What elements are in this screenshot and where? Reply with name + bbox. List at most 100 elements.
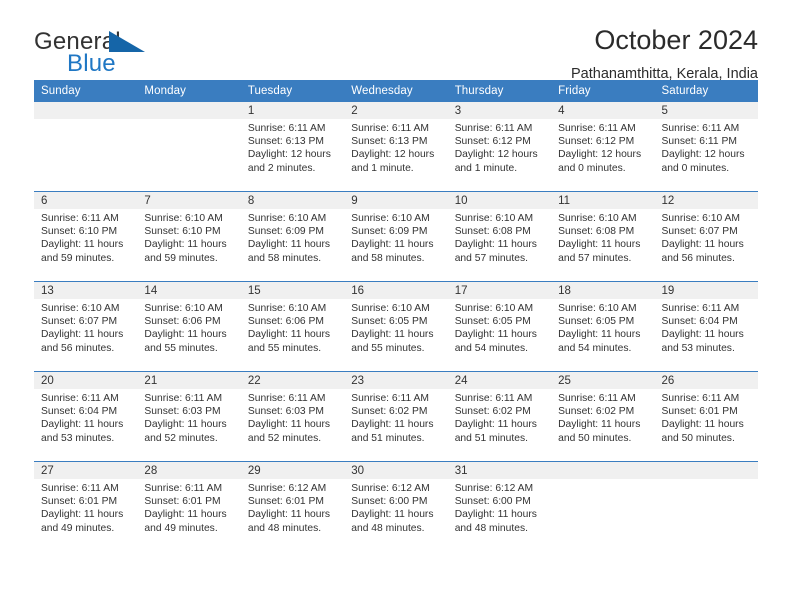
calendar-cell: 15 Sunrise: 6:10 AM Sunset: 6:06 PM Dayligh… [240, 281, 345, 372]
calendar-day[interactable]: 31 Sunrise: 6:12 AM Sunset: 6:00 PM Dayligh… [447, 462, 552, 551]
calendar-day[interactable]: 21 Sunrise: 6:11 AM Sunset: 6:03 PM Dayligh… [137, 372, 241, 461]
calendar-day[interactable]: 17 Sunrise: 6:10 AM Sunset: 6:05 PM Dayligh… [447, 282, 552, 371]
calendar-day[interactable]: 6 Sunrise: 6:11 AM Sunset: 6:10 PM Daylight… [34, 192, 138, 281]
calendar-day[interactable]: 7 Sunrise: 6:10 AM Sunset: 6:10 PM Daylight… [137, 192, 241, 281]
calendar-cell: 23 Sunrise: 6:11 AM Sunset: 6:02 PM Dayligh… [344, 371, 448, 462]
sunset-text: Sunset: 6:13 PM [247, 136, 324, 148]
sunset-text: Sunset: 6:07 PM [41, 316, 118, 328]
day-details: Sunrise: 6:11 AM Sunset: 6:11 PM Daylight:… [655, 119, 758, 175]
sunset-text: Sunset: 6:00 PM [351, 496, 428, 508]
day-details: Sunrise: 6:11 AM Sunset: 6:02 PM Daylight:… [344, 389, 447, 445]
calendar-day[interactable]: 27 Sunrise: 6:11 AM Sunset: 6:01 PM Dayligh… [34, 462, 138, 551]
day-number: 17 [447, 282, 552, 299]
calendar-cell: 18 Sunrise: 6:10 AM Sunset: 6:05 PM Dayligh… [551, 281, 655, 372]
calendar-day[interactable]: 3 Sunrise: 6:11 AM Sunset: 6:12 PM Daylight… [447, 102, 552, 191]
daylight-text: Daylight: 11 hours and 50 minutes. [661, 419, 744, 444]
sunrise-text: Sunrise: 6:11 AM [351, 123, 429, 134]
calendar-day[interactable]: 26 Sunrise: 6:11 AM Sunset: 6:01 PM Dayligh… [654, 372, 758, 461]
day-number: 25 [551, 372, 655, 389]
sunset-text: Sunset: 6:13 PM [351, 136, 428, 148]
sunset-text: Sunset: 6:01 PM [41, 496, 118, 508]
calendar-cell [551, 461, 655, 551]
calendar-day[interactable]: 20 Sunrise: 6:11 AM Sunset: 6:04 PM Dayligh… [34, 372, 138, 461]
sunset-text: Sunset: 6:02 PM [558, 406, 635, 418]
calendar-day[interactable]: 23 Sunrise: 6:11 AM Sunset: 6:02 PM Dayligh… [344, 372, 448, 461]
calendar-cell: 13 Sunrise: 6:10 AM Sunset: 6:07 PM Dayligh… [34, 281, 138, 372]
weekday-header-monday: Monday [137, 80, 241, 102]
sunset-text: Sunset: 6:12 PM [454, 136, 531, 148]
calendar-cell: 22 Sunrise: 6:11 AM Sunset: 6:03 PM Dayligh… [240, 371, 345, 462]
calendar-day[interactable]: 15 Sunrise: 6:10 AM Sunset: 6:06 PM Dayligh… [240, 282, 345, 371]
calendar-day[interactable]: 16 Sunrise: 6:10 AM Sunset: 6:05 PM Dayligh… [344, 282, 448, 371]
calendar-day[interactable]: 1 Sunrise: 6:11 AM Sunset: 6:13 PM Daylight… [240, 102, 345, 191]
day-details: Sunrise: 6:10 AM Sunset: 6:07 PM Daylight:… [34, 299, 137, 355]
day-number: 5 [654, 102, 758, 119]
calendar-cell: 29 Sunrise: 6:12 AM Sunset: 6:01 PM Dayligh… [240, 461, 345, 551]
day-number: 16 [344, 282, 448, 299]
calendar-cell: 28 Sunrise: 6:11 AM Sunset: 6:01 PM Dayligh… [137, 461, 241, 551]
calendar-day-empty [654, 462, 758, 551]
sunrise-text: Sunrise: 6:10 AM [247, 213, 327, 224]
sunrise-text: Sunrise: 6:11 AM [41, 483, 119, 494]
sunset-text: Sunset: 6:07 PM [661, 226, 738, 238]
calendar-day[interactable]: 8 Sunrise: 6:10 AM Sunset: 6:09 PM Daylight… [240, 192, 345, 281]
calendar-cell [654, 461, 758, 551]
day-details: Sunrise: 6:11 AM Sunset: 6:02 PM Daylight:… [551, 389, 654, 445]
day-number [34, 102, 138, 119]
day-number: 4 [551, 102, 655, 119]
day-details: Sunrise: 6:11 AM Sunset: 6:12 PM Daylight:… [551, 119, 654, 175]
calendar-day[interactable]: 22 Sunrise: 6:11 AM Sunset: 6:03 PM Dayligh… [240, 372, 345, 461]
sunset-text: Sunset: 6:04 PM [661, 316, 738, 328]
day-number: 22 [240, 372, 345, 389]
calendar-cell [34, 102, 138, 192]
calendar-day[interactable]: 11 Sunrise: 6:10 AM Sunset: 6:08 PM Dayligh… [551, 192, 655, 281]
calendar-day[interactable]: 2 Sunrise: 6:11 AM Sunset: 6:13 PM Daylight… [344, 102, 448, 191]
sunset-text: Sunset: 6:00 PM [454, 496, 531, 508]
calendar-day[interactable]: 14 Sunrise: 6:10 AM Sunset: 6:06 PM Dayligh… [137, 282, 241, 371]
calendar-day[interactable]: 25 Sunrise: 6:11 AM Sunset: 6:02 PM Dayligh… [551, 372, 655, 461]
brand-logo[interactable]: General Blue [34, 24, 204, 80]
calendar-cell: 7 Sunrise: 6:10 AM Sunset: 6:10 PM Daylight… [137, 191, 241, 282]
weekday-header-sunday: Sunday [34, 80, 138, 102]
calendar-cell: 21 Sunrise: 6:11 AM Sunset: 6:03 PM Dayligh… [137, 371, 241, 462]
calendar-day[interactable]: 18 Sunrise: 6:10 AM Sunset: 6:05 PM Dayligh… [551, 282, 655, 371]
calendar-day[interactable]: 29 Sunrise: 6:12 AM Sunset: 6:01 PM Dayligh… [240, 462, 345, 551]
calendar-day-empty [551, 462, 655, 551]
calendar-day[interactable]: 9 Sunrise: 6:10 AM Sunset: 6:09 PM Daylight… [344, 192, 448, 281]
sunrise-text: Sunrise: 6:10 AM [558, 303, 637, 314]
day-number: 1 [240, 102, 345, 119]
sunrise-text: Sunrise: 6:10 AM [558, 213, 637, 224]
calendar-day[interactable]: 19 Sunrise: 6:11 AM Sunset: 6:04 PM Dayligh… [654, 282, 758, 371]
sunset-text: Sunset: 6:05 PM [351, 316, 428, 328]
daylight-text: Daylight: 11 hours and 55 minutes. [247, 329, 331, 354]
daylight-text: Daylight: 12 hours and 1 minute. [351, 149, 435, 174]
sunset-text: Sunset: 6:03 PM [144, 406, 221, 418]
day-details: Sunrise: 6:10 AM Sunset: 6:05 PM Daylight:… [551, 299, 654, 355]
daylight-text: Daylight: 11 hours and 48 minutes. [247, 509, 331, 534]
calendar-day[interactable]: 28 Sunrise: 6:11 AM Sunset: 6:01 PM Dayligh… [137, 462, 241, 551]
calendar-day[interactable]: 13 Sunrise: 6:10 AM Sunset: 6:07 PM Dayligh… [34, 282, 138, 371]
day-details: Sunrise: 6:11 AM Sunset: 6:01 PM Daylight:… [137, 479, 240, 535]
day-number: 24 [447, 372, 552, 389]
calendar-day[interactable]: 30 Sunrise: 6:12 AM Sunset: 6:00 PM Dayligh… [344, 462, 448, 551]
sunrise-text: Sunrise: 6:11 AM [454, 393, 533, 404]
sunset-text: Sunset: 6:10 PM [41, 226, 118, 238]
calendar-day[interactable]: 5 Sunrise: 6:11 AM Sunset: 6:11 PM Daylight… [654, 102, 758, 191]
calendar-day[interactable]: 12 Sunrise: 6:10 AM Sunset: 6:07 PM Dayligh… [654, 192, 758, 281]
daylight-text: Daylight: 11 hours and 51 minutes. [454, 419, 537, 444]
daylight-text: Daylight: 11 hours and 48 minutes. [351, 509, 434, 534]
calendar-cell: 17 Sunrise: 6:10 AM Sunset: 6:05 PM Dayligh… [447, 281, 552, 372]
sunset-text: Sunset: 6:11 PM [661, 136, 737, 148]
calendar-day[interactable]: 24 Sunrise: 6:11 AM Sunset: 6:02 PM Dayligh… [447, 372, 552, 461]
calendar-cell: 3 Sunrise: 6:11 AM Sunset: 6:12 PM Daylight… [447, 102, 552, 192]
page-subtitle-location: Pathanamthitta, Kerala, India [570, 66, 758, 82]
day-number: 6 [34, 192, 138, 209]
sunrise-text: Sunrise: 6:12 AM [351, 483, 430, 494]
calendar-day[interactable]: 4 Sunrise: 6:11 AM Sunset: 6:12 PM Daylight… [551, 102, 655, 191]
day-details: Sunrise: 6:10 AM Sunset: 6:08 PM Daylight:… [448, 209, 551, 265]
day-number: 3 [447, 102, 552, 119]
sunrise-text: Sunrise: 6:10 AM [41, 303, 120, 314]
daylight-text: Daylight: 11 hours and 54 minutes. [454, 329, 537, 354]
day-details: Sunrise: 6:11 AM Sunset: 6:03 PM Daylight:… [241, 389, 344, 445]
calendar-day[interactable]: 10 Sunrise: 6:10 AM Sunset: 6:08 PM Dayligh… [447, 192, 552, 281]
